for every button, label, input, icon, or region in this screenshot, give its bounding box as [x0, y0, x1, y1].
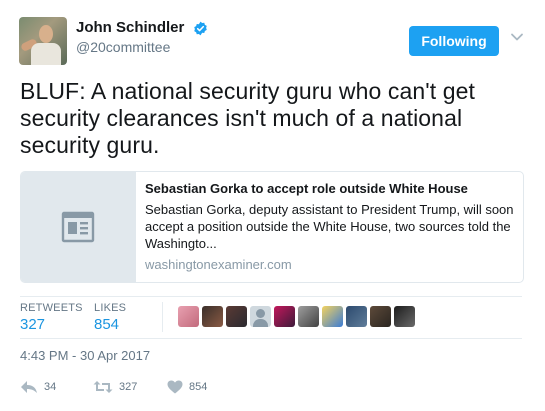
- tweet-text: BLUF: A national security guru who can't…: [20, 78, 475, 158]
- author-handle[interactable]: @20committee: [76, 39, 170, 55]
- card-title[interactable]: Sebastian Gorka to accept role outside W…: [145, 180, 515, 197]
- retweets-label: RETWEETS: [20, 302, 83, 314]
- card-thumbnail: [21, 172, 136, 282]
- like-button[interactable]: 854: [167, 378, 207, 396]
- card-domain: washingtonexaminer.com: [145, 257, 292, 272]
- reply-icon: [21, 381, 37, 393]
- tweet-timestamp[interactable]: 4:43 PM - 30 Apr 2017: [20, 348, 150, 363]
- liker-avatar[interactable]: [178, 306, 199, 327]
- link-preview-card[interactable]: Sebastian Gorka to accept role outside W…: [20, 171, 524, 283]
- author-avatar[interactable]: [19, 17, 67, 65]
- liker-avatar[interactable]: [370, 306, 391, 327]
- liker-avatar[interactable]: [394, 306, 415, 327]
- reply-button[interactable]: 34: [20, 378, 56, 396]
- liker-avatar[interactable]: [202, 306, 223, 327]
- retweets-count[interactable]: 327: [20, 316, 45, 333]
- following-button[interactable]: Following: [409, 26, 499, 56]
- liker-avatar[interactable]: [274, 306, 295, 327]
- reply-count: 34: [44, 381, 57, 393]
- chevron-down-icon[interactable]: [510, 30, 524, 44]
- liker-avatar[interactable]: [346, 306, 367, 327]
- verified-badge-icon: [194, 21, 207, 36]
- likes-count[interactable]: 854: [94, 316, 119, 333]
- retweet-count: 327: [119, 381, 138, 393]
- liker-avatar[interactable]: [322, 306, 343, 327]
- likes-label: LIKES: [94, 302, 127, 314]
- divider: [20, 338, 522, 339]
- divider: [20, 296, 522, 297]
- card-description: Sebastian Gorka, deputy assistant to Pre…: [145, 202, 514, 251]
- heart-icon: [167, 380, 183, 394]
- liker-avatar[interactable]: [298, 306, 319, 327]
- article-icon: [61, 211, 95, 243]
- liker-avatar[interactable]: [250, 306, 271, 327]
- author-name[interactable]: John Schindler: [76, 19, 184, 36]
- stats-separator: [162, 302, 163, 332]
- like-count: 854: [189, 381, 208, 393]
- liker-avatar[interactable]: [226, 306, 247, 327]
- retweet-button[interactable]: 327: [93, 378, 137, 396]
- retweet-icon: [93, 381, 113, 393]
